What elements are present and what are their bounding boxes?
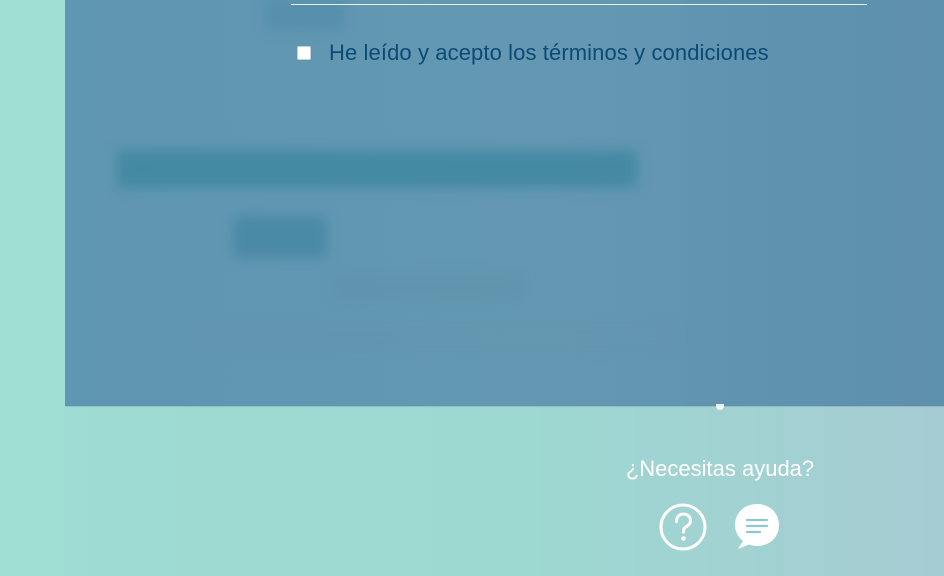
- blurred-button: [233, 216, 327, 258]
- blurred-bar: [117, 150, 637, 188]
- page-background-left: [0, 0, 66, 576]
- chat-bubble-icon[interactable]: [732, 502, 782, 552]
- question-circle-icon[interactable]: [658, 502, 708, 552]
- terms-row: He leído y acepto los términos y condici…: [297, 40, 769, 66]
- blurred-text: [155, 326, 675, 348]
- terms-checkbox[interactable]: [297, 46, 311, 60]
- terms-label[interactable]: He leído y acepto los términos y condici…: [329, 40, 769, 66]
- help-heading: ¿Necesitas ayuda?: [625, 456, 815, 481]
- input-underline: [291, 4, 867, 5]
- blurred-text: [333, 276, 523, 298]
- panel-notch: [716, 404, 724, 410]
- form-panel: He leído y acepto los términos y condici…: [65, 0, 944, 406]
